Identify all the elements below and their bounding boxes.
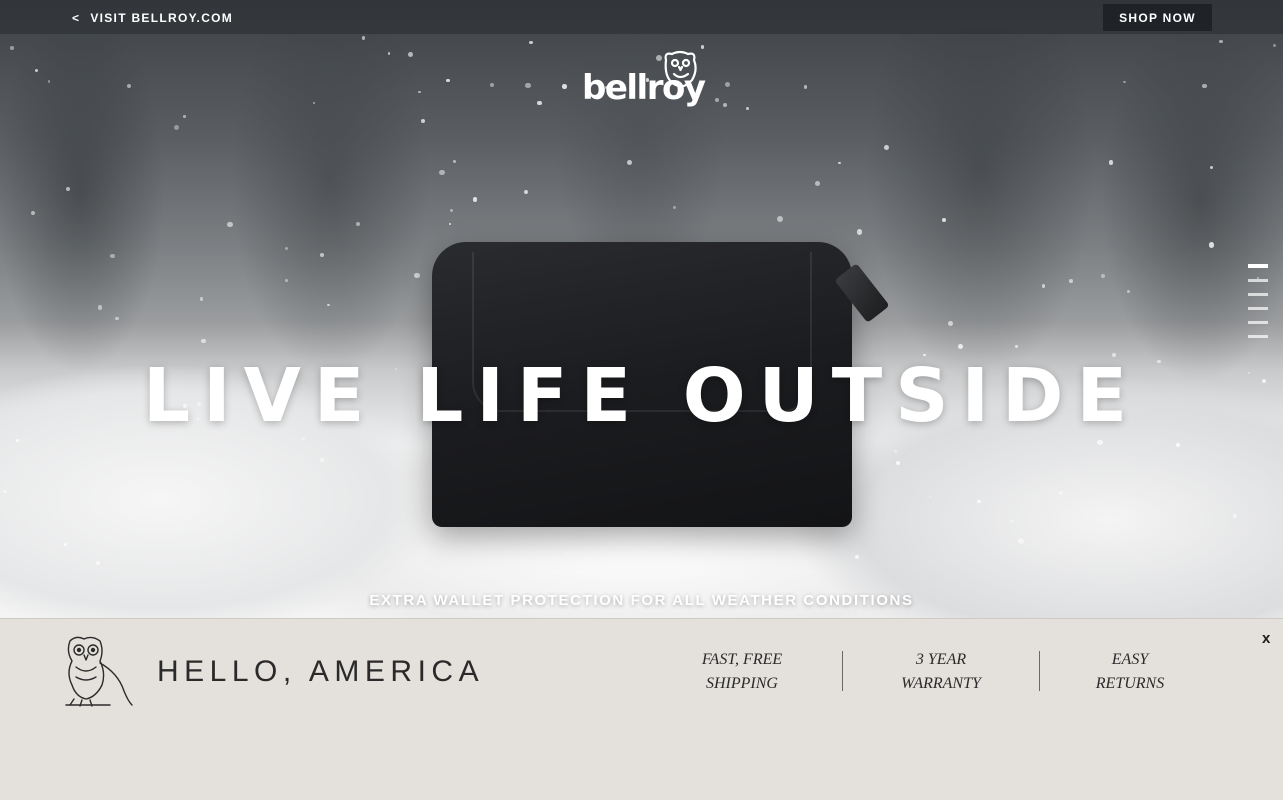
snowflake (96, 561, 100, 566)
visit-bellroy-label: VISIT BELLROY.COM (90, 11, 234, 25)
perk-shipping: FAST, FREE SHIPPING (692, 648, 792, 696)
snowflake (1176, 443, 1180, 447)
snowflake (947, 320, 953, 327)
slide-dot-2[interactable] (1248, 279, 1268, 282)
snowflake (562, 84, 567, 89)
snowflake (387, 51, 391, 55)
perk-warranty-line2: WARRANTY (901, 675, 981, 692)
perk-returns-line1: EASY (1111, 651, 1149, 668)
slide-dot-5[interactable] (1248, 321, 1268, 324)
snowflake (977, 499, 981, 503)
snowflake (1202, 84, 1207, 89)
snowflake (1108, 160, 1114, 165)
snowflake (472, 197, 478, 202)
snowflake (776, 216, 783, 222)
snowflake (854, 554, 859, 559)
top-bar: < VISIT BELLROY.COM SHOP NOW (0, 0, 1283, 35)
snowflake (1097, 439, 1103, 446)
snowflake (700, 45, 705, 49)
snowflake (199, 296, 204, 301)
snowflake (942, 218, 946, 223)
snowflake (1041, 284, 1045, 288)
perk-divider (1039, 651, 1040, 691)
snowflake (883, 144, 889, 150)
snowflake (115, 316, 119, 321)
hero-title: LIVE LIFE OUTSIDE (142, 353, 1141, 439)
snowflake (361, 36, 366, 40)
snowflake (856, 228, 863, 235)
snowflake (1208, 242, 1215, 248)
greeting-text: HELLO, AMERICA (157, 655, 485, 688)
snowflake (672, 206, 676, 209)
snowflake (537, 100, 542, 106)
back-arrow-icon: < (72, 11, 81, 25)
owl-illustration-icon (65, 636, 133, 707)
snowflake (183, 115, 186, 118)
snowflake (407, 51, 413, 57)
page-below-fold (0, 712, 1283, 800)
snowflake (814, 180, 820, 186)
perk-returns-line2: RETURNS (1095, 675, 1165, 692)
snowflake (528, 40, 533, 45)
owl-icon (664, 50, 697, 88)
perk-shipping-line2: SHIPPING (706, 675, 778, 692)
close-banner-button[interactable]: x (1262, 630, 1270, 647)
slide-dot-6[interactable] (1248, 335, 1268, 338)
slide-pager[interactable] (1248, 264, 1268, 349)
bellroy-logo[interactable]: bellroy (582, 50, 706, 120)
snowflake (30, 210, 35, 215)
snowflake (227, 221, 233, 228)
snowflake (110, 253, 115, 259)
snowflake (1014, 345, 1018, 349)
welcome-banner: HELLO, AMERICA FAST, FREE SHIPPING 3 YEA… (0, 618, 1283, 712)
hero-subtitle: EXTRA WALLET PROTECTION FOR ALL WEATHER … (369, 592, 914, 609)
snowflake (319, 253, 324, 258)
snowflake (1209, 165, 1213, 169)
perk-divider (842, 651, 843, 691)
slide-dot-4[interactable] (1248, 307, 1268, 310)
snowflake (16, 439, 19, 442)
snowflake (523, 189, 529, 194)
snowflake (803, 85, 808, 89)
shop-now-button[interactable]: SHOP NOW (1103, 4, 1212, 31)
snowflake (566, 552, 569, 555)
perk-shipping-line1: FAST, FREE (701, 651, 783, 668)
perk-warranty: 3 YEAR WARRANTY (891, 648, 991, 696)
snowflake (1123, 80, 1126, 84)
snowflake (1068, 279, 1073, 284)
snowflake (312, 101, 315, 104)
visit-bellroy-link[interactable]: < VISIT BELLROY.COM (72, 11, 233, 25)
slide-dot-3[interactable] (1248, 293, 1268, 296)
perk-warranty-line1: 3 YEAR (915, 651, 967, 668)
snowflake (453, 160, 456, 163)
snowflake (285, 279, 288, 282)
snowflake (525, 82, 531, 88)
snowflake (1219, 39, 1223, 43)
slide-dot-1[interactable] (1248, 264, 1268, 268)
snowflake (63, 543, 67, 546)
perk-returns: EASY RETURNS (1080, 648, 1180, 696)
snowflake (97, 305, 103, 310)
